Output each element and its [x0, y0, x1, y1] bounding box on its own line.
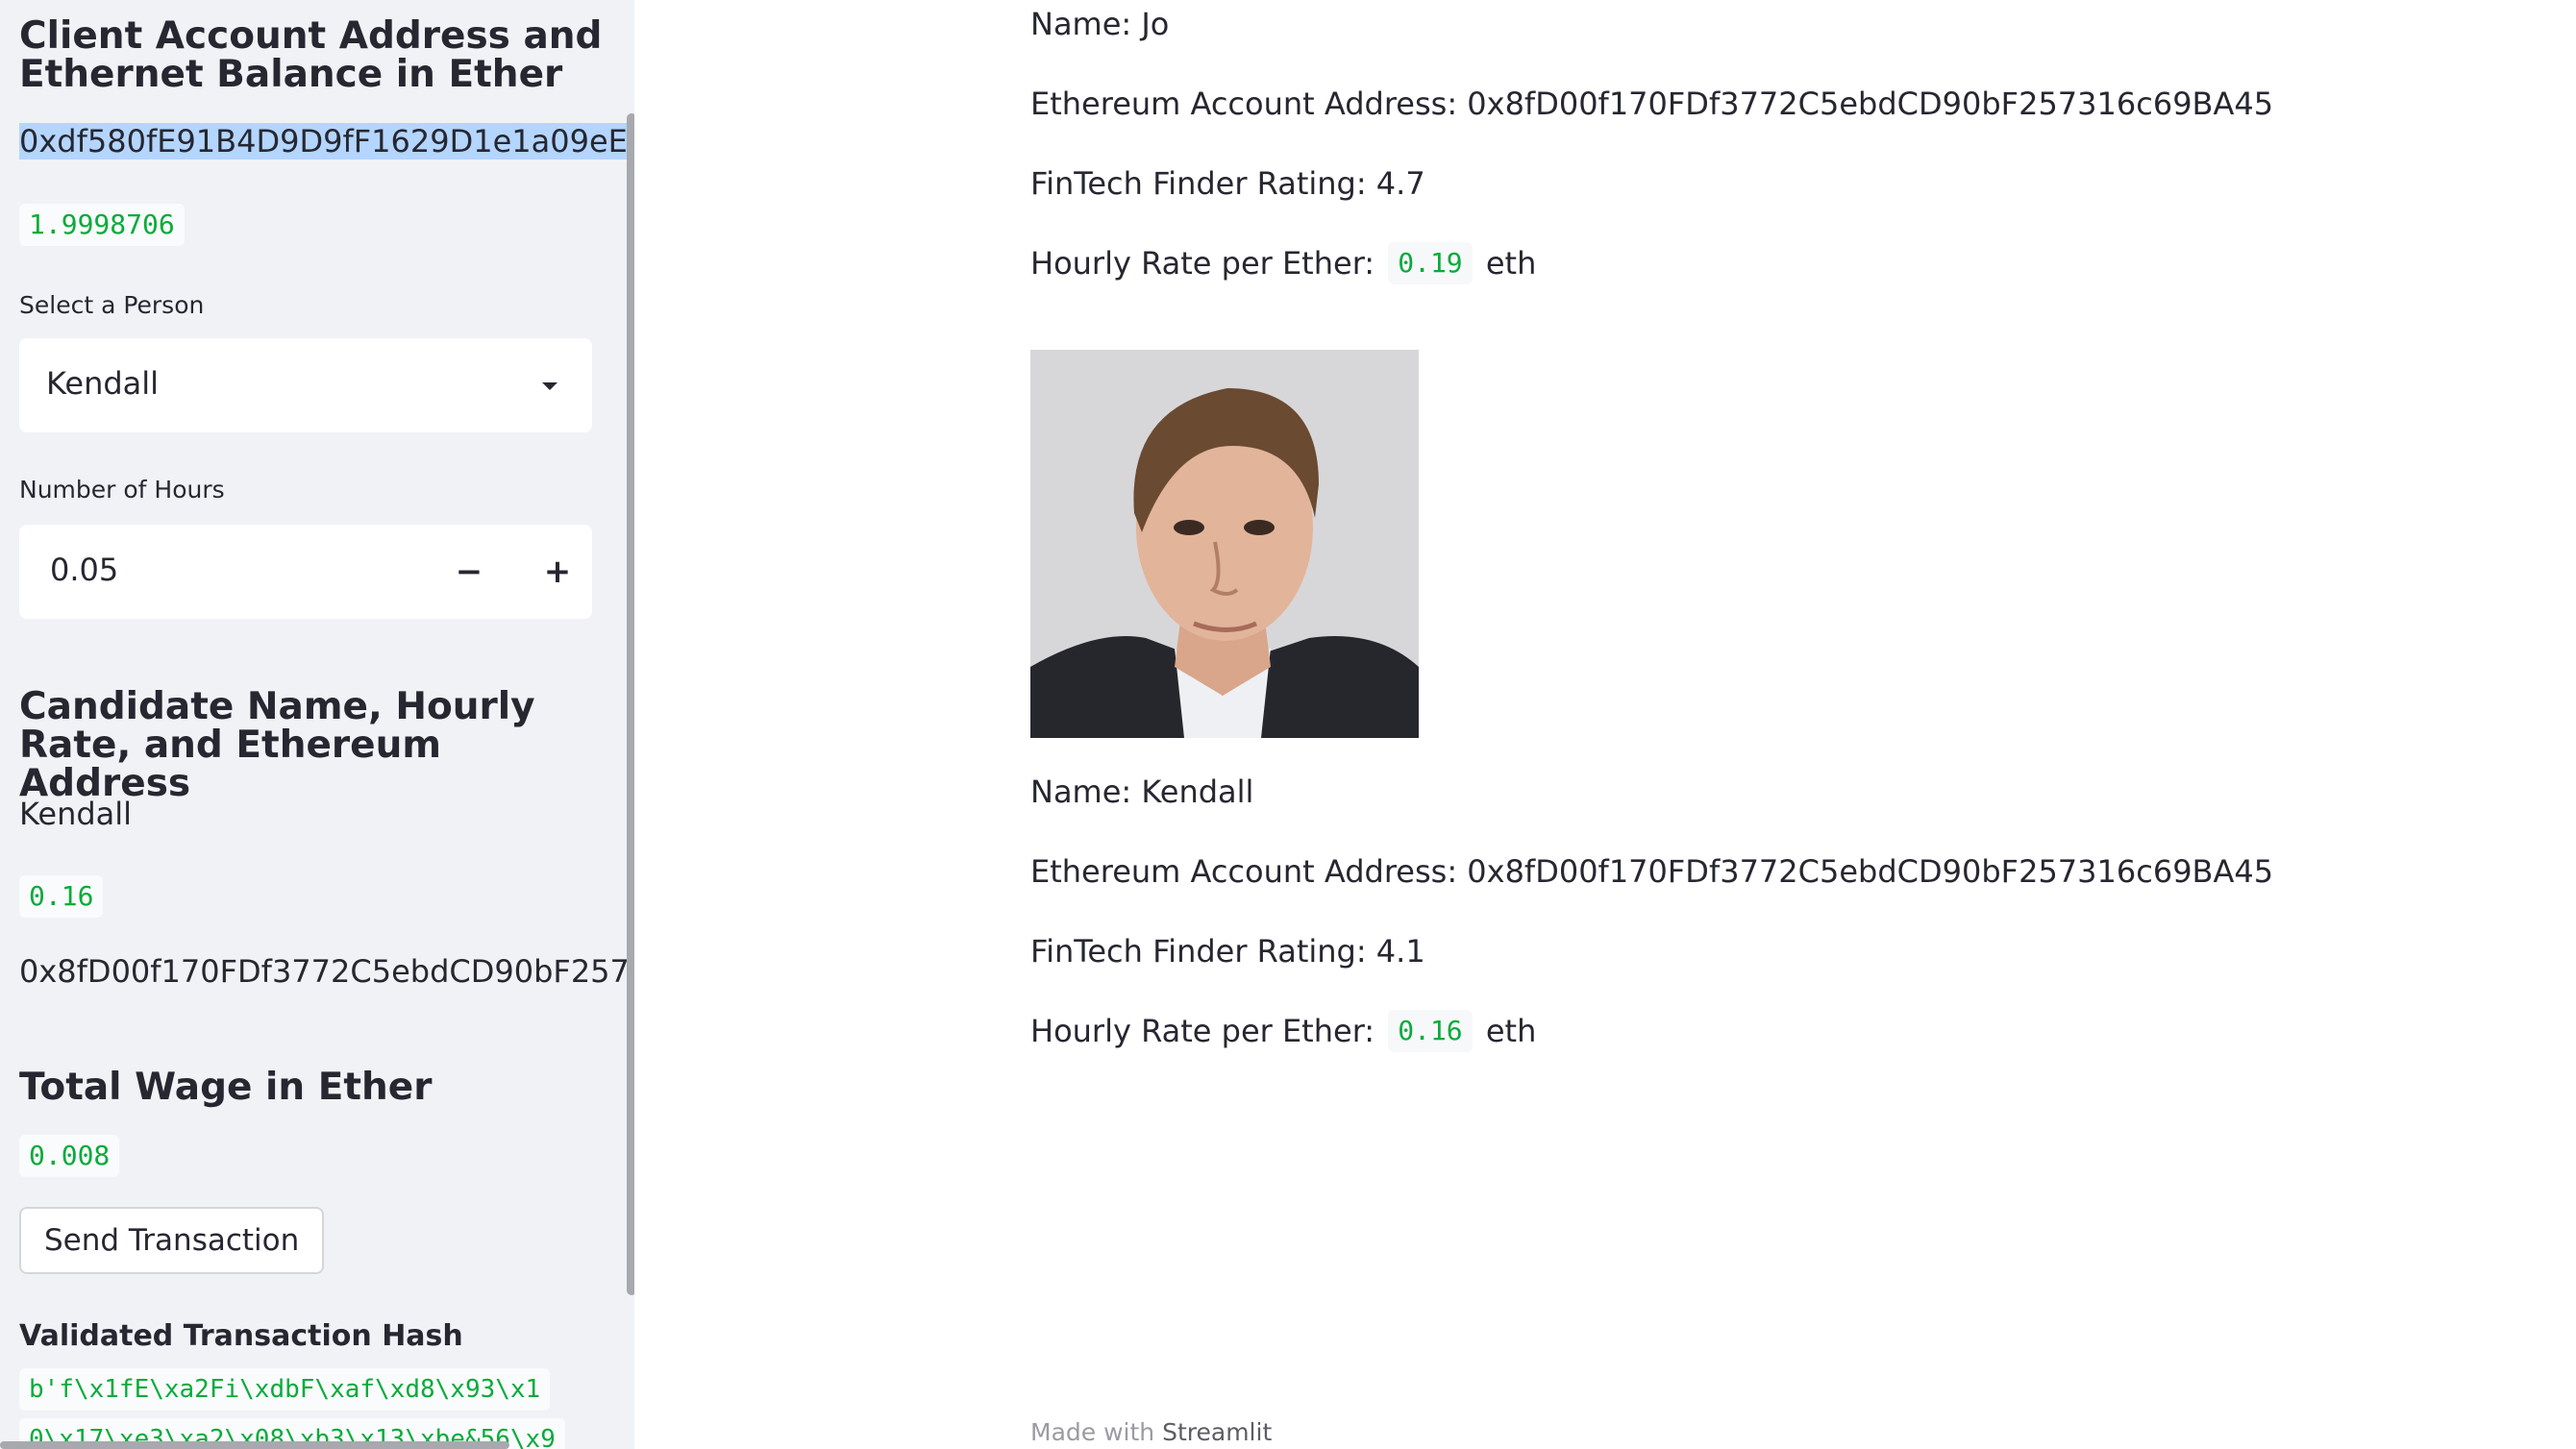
client-balance: 1.9998706	[19, 204, 185, 246]
selected-person: Kendall	[46, 365, 160, 402]
candidate-rate: 0.16	[19, 875, 104, 918]
candidate-name-jo: Name: Jo	[1030, 6, 1170, 42]
select-person-dropdown[interactable]: Kendall	[19, 338, 592, 432]
candidate-rate-kendall: Hourly Rate per Ether: 0.16 eth	[1030, 1010, 1537, 1054]
rate-unit: eth	[1485, 245, 1537, 282]
candidate-name: Kendall	[19, 796, 133, 832]
client-address[interactable]: 0xdf580fE91B4D9D9fF1629D1e1a09eEd9	[19, 123, 634, 160]
rate-label: Hourly Rate per Ether:	[1030, 245, 1375, 282]
hash-heading: Validated Transaction Hash	[19, 1319, 463, 1353]
footer-prefix: Made with	[1030, 1418, 1155, 1446]
candidate-heading: Candidate Name, Hourly Rate, and Ethereu…	[19, 685, 535, 805]
total-wage-heading: Total Wage in Ether	[19, 1066, 433, 1109]
candidate-name-kendall: Name: Kendall	[1030, 774, 1254, 810]
rate-value: 0.16	[1388, 1010, 1473, 1052]
hours-stepper[interactable]: 0.05 − +	[19, 525, 592, 619]
rate-value: 0.19	[1388, 242, 1473, 284]
send-transaction-button[interactable]: Send Transaction	[19, 1207, 325, 1274]
candidate-address-kendall: Ethereum Account Address: 0x8fD00f170FDf…	[1030, 853, 2274, 890]
hours-value[interactable]: 0.05	[50, 552, 118, 588]
rate-unit: eth	[1485, 1013, 1537, 1049]
increment-button[interactable]: +	[529, 548, 586, 596]
candidate-rate-jo: Hourly Rate per Ether: 0.19 eth	[1030, 242, 1537, 286]
streamlit-link[interactable]: Streamlit	[1162, 1418, 1272, 1446]
sidebar-horizontal-scrollbar[interactable]	[0, 1441, 509, 1449]
candidate-address-jo: Ethereum Account Address: 0x8fD00f170FDf…	[1030, 86, 2274, 122]
candidate-photo	[1030, 350, 1419, 738]
sidebar-vertical-scrollbar[interactable]	[627, 113, 634, 1295]
sidebar: Client Account Address and Ethernet Bala…	[0, 0, 634, 1449]
decrement-button[interactable]: −	[440, 548, 498, 596]
hours-label: Number of Hours	[19, 476, 225, 503]
candidate-rating-kendall: FinTech Finder Rating: 4.1	[1030, 933, 1425, 970]
hash-line-1: b'f\x1fE\xa2Fi\xdbF\xaf\xd8\x93\x1	[19, 1368, 551, 1411]
rate-label: Hourly Rate per Ether:	[1030, 1013, 1375, 1049]
footer: Made with Streamlit	[1030, 1418, 1272, 1446]
chevron-down-icon	[542, 382, 557, 390]
candidate-rating-jo: FinTech Finder Rating: 4.7	[1030, 165, 1425, 202]
client-account-heading: Client Account Address and Ethernet Bala…	[19, 14, 603, 96]
select-person-label: Select a Person	[19, 291, 205, 319]
total-wage-value: 0.008	[19, 1135, 120, 1177]
candidate-address: 0x8fD00f170FDf3772C5ebdCD90bF25731	[19, 953, 634, 990]
